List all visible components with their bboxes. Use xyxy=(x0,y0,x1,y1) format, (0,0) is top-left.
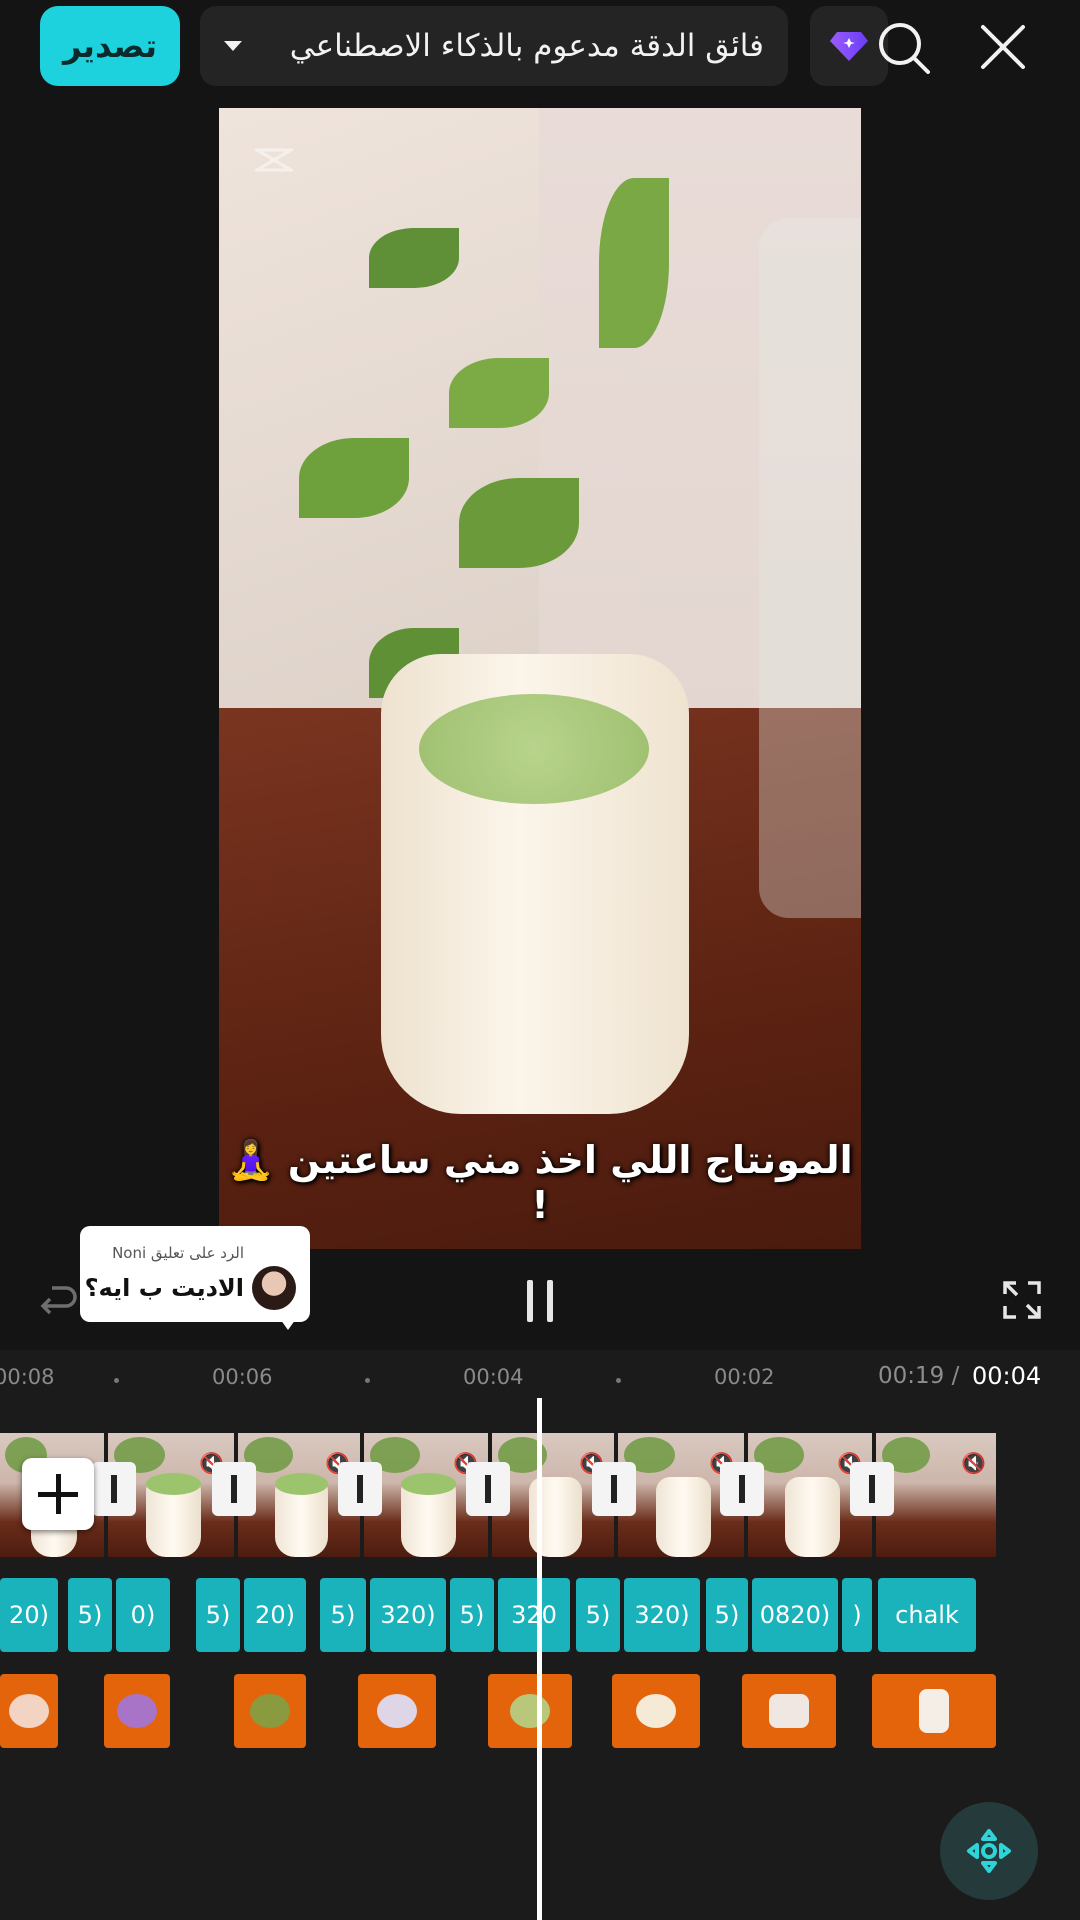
transition-handle[interactable] xyxy=(92,1462,136,1516)
ruler-tick-label: 00:06 xyxy=(212,1365,273,1389)
playhead[interactable] xyxy=(537,1398,542,1920)
transition-handle[interactable] xyxy=(720,1462,764,1516)
ruler-tick-label: 00:02 xyxy=(714,1365,775,1389)
video-preview[interactable]: المونتاج اللي اخذ مني ساعتين 🧘‍♀️ ! xyxy=(219,108,861,1249)
total-time: 00:19 xyxy=(878,1363,945,1389)
top-bar: تصدير فائق الدقة مدعوم بالذكاء الاصطناعي xyxy=(0,0,1080,95)
transition-handle[interactable] xyxy=(850,1462,894,1516)
close-icon[interactable] xyxy=(978,22,1028,72)
text-clip[interactable]: 5) xyxy=(450,1578,494,1652)
pause-icon[interactable] xyxy=(524,1280,556,1322)
ruler-tick-label: 00:08 xyxy=(0,1365,55,1389)
ruler-tick-label: 00:04 xyxy=(463,1365,524,1389)
time-separator: / xyxy=(951,1363,960,1389)
dropdown-caret-icon xyxy=(224,41,242,51)
fullscreen-icon[interactable] xyxy=(1002,1280,1042,1320)
sticker-tail xyxy=(278,1316,298,1330)
text-clip[interactable]: ) xyxy=(842,1578,872,1652)
current-time: 00:04 xyxy=(972,1362,1042,1390)
ruler-dot xyxy=(114,1378,119,1383)
transition-handle[interactable] xyxy=(338,1462,382,1516)
reply-subtitle: الرد على تعليق Noni xyxy=(112,1244,244,1262)
reply-text: الاديت ب ايه؟ xyxy=(84,1274,244,1302)
sticker-clip[interactable] xyxy=(358,1674,436,1748)
text-clip[interactable]: 20) xyxy=(0,1578,58,1652)
text-clip[interactable]: 20) xyxy=(244,1578,306,1652)
preview-matcha-foam xyxy=(419,694,649,804)
sticker-clip[interactable] xyxy=(488,1674,572,1748)
text-clip[interactable]: 5) xyxy=(706,1578,748,1652)
sticker-clip[interactable] xyxy=(104,1674,170,1748)
text-clip[interactable]: 5) xyxy=(196,1578,240,1652)
watermark-icon xyxy=(255,148,293,172)
preview-leaf xyxy=(369,228,459,288)
text-clip[interactable]: 320) xyxy=(624,1578,700,1652)
sticker-clip[interactable] xyxy=(0,1674,58,1748)
keyframe-icon xyxy=(967,1829,1011,1873)
video-clip-thumbnail[interactable]: 🔇 xyxy=(876,1433,996,1557)
total-duration: 00:19 / xyxy=(878,1363,959,1389)
sticker-clip[interactable] xyxy=(742,1674,836,1748)
text-clip[interactable]: 5) xyxy=(576,1578,620,1652)
comment-reply-sticker[interactable]: الرد على تعليق Noni الاديت ب ايه؟ xyxy=(80,1226,310,1330)
sticker-clip[interactable] xyxy=(234,1674,306,1748)
text-clip[interactable]: 320) xyxy=(370,1578,446,1652)
sticker-clip[interactable] xyxy=(612,1674,700,1748)
text-clip[interactable]: 0) xyxy=(116,1578,170,1652)
resolution-dropdown[interactable]: فائق الدقة مدعوم بالذكاء الاصطناعي xyxy=(200,6,788,86)
mute-icon: 🔇 xyxy=(961,1451,986,1475)
pause-bar xyxy=(527,1280,533,1322)
keyframe-button[interactable] xyxy=(940,1802,1038,1900)
text-clip[interactable]: 0820) xyxy=(752,1578,838,1652)
preview-leaf xyxy=(449,358,549,428)
transition-handle[interactable] xyxy=(466,1462,510,1516)
preview-vase xyxy=(759,218,861,918)
avatar xyxy=(252,1266,296,1310)
search-icon[interactable] xyxy=(876,20,932,76)
text-clip[interactable]: 5) xyxy=(320,1578,366,1652)
add-clip-button[interactable] xyxy=(22,1458,94,1530)
resolution-label: فائق الدقة مدعوم بالذكاء الاصطناعي xyxy=(289,28,764,64)
diamond-icon xyxy=(830,32,868,61)
sticker-clip[interactable] xyxy=(872,1674,996,1748)
pause-bar xyxy=(547,1280,553,1322)
transition-handle[interactable] xyxy=(212,1462,256,1516)
export-button[interactable]: تصدير xyxy=(40,6,180,86)
text-clip[interactable]: 5) xyxy=(68,1578,112,1652)
preview-leaf xyxy=(599,178,669,348)
ruler-dot xyxy=(616,1378,621,1383)
preview-leaf xyxy=(299,438,409,518)
text-clip[interactable]: 320 xyxy=(498,1578,570,1652)
transition-handle[interactable] xyxy=(592,1462,636,1516)
text-clip[interactable]: chalk xyxy=(878,1578,976,1652)
undo-icon[interactable] xyxy=(38,1282,78,1316)
preview-leaf xyxy=(459,478,579,568)
video-caption[interactable]: المونتاج اللي اخذ مني ساعتين 🧘‍♀️ ! xyxy=(219,1138,861,1227)
ruler-dot xyxy=(365,1378,370,1383)
